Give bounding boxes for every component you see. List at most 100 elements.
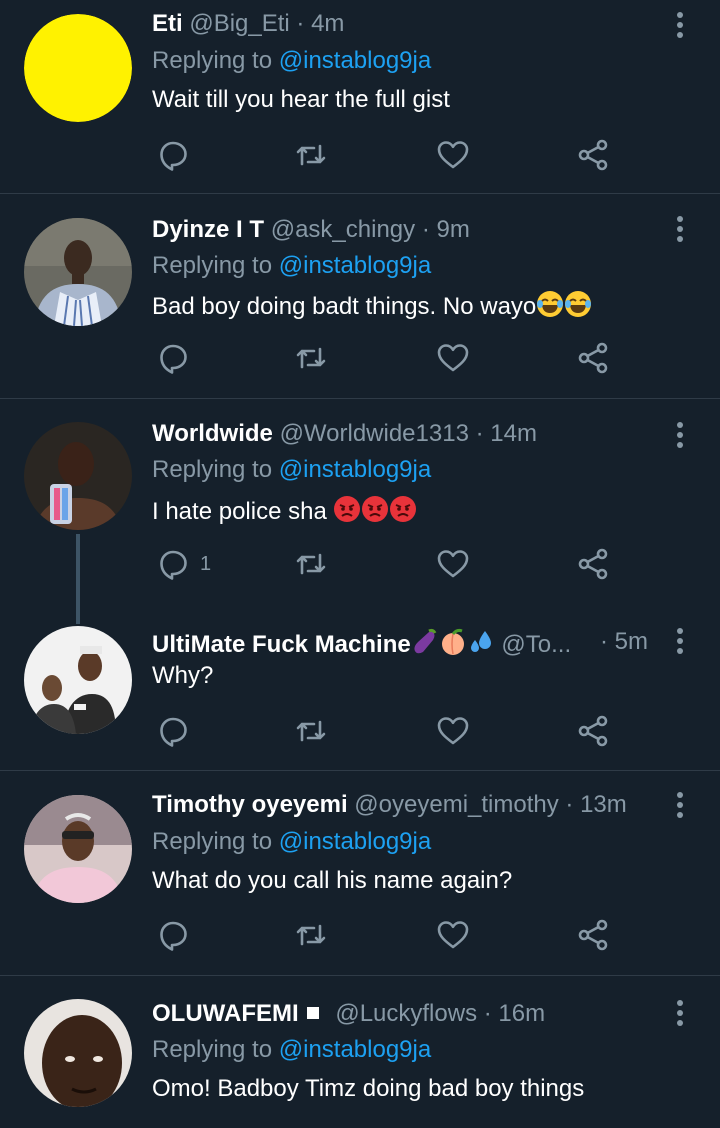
share-button[interactable] [576, 915, 610, 955]
retweet-button[interactable] [294, 338, 328, 378]
more-vertical-icon[interactable] [676, 1000, 684, 1026]
timestamp: · 4m [296, 10, 345, 37]
mention-link[interactable]: @instablog9ja [279, 456, 431, 483]
display-name[interactable]: Dyinze I T [152, 216, 264, 243]
retweet-icon [294, 341, 328, 375]
heart-icon [436, 918, 470, 952]
reply-button[interactable] [156, 338, 190, 378]
like-button[interactable] [436, 544, 470, 584]
display-name[interactable]: OLUWAFEMI [152, 1000, 299, 1027]
eggplant-emoji-icon [411, 628, 439, 656]
avatar[interactable] [24, 14, 132, 122]
avatar[interactable] [24, 795, 132, 903]
tweet-actions: 1 [152, 544, 622, 584]
user-handle[interactable]: @To... [501, 631, 571, 658]
timestamp: · 13m [565, 791, 627, 818]
mention-link[interactable]: @instablog9ja [279, 252, 431, 279]
avatar[interactable] [24, 218, 132, 326]
replying-to: Replying to @instablog9ja [152, 1036, 431, 1064]
replying-to-label: Replying to [152, 1036, 279, 1063]
replying-to-label: Replying to [152, 47, 279, 74]
tweet-text-content: I hate police sha [152, 498, 334, 525]
user-handle[interactable]: @Luckyflows [335, 1000, 477, 1027]
tweet-actions [152, 711, 622, 751]
user-handle[interactable]: @ask_chingy [271, 216, 415, 243]
share-icon [576, 138, 610, 172]
tweet-text: Why? [152, 662, 214, 689]
replying-to-label: Replying to [152, 252, 279, 279]
tweet-header: Eti @Big_Eti · 4m [152, 10, 640, 38]
share-icon [576, 918, 610, 952]
heart-icon [436, 341, 470, 375]
share-button[interactable] [576, 338, 610, 378]
heart-icon [436, 714, 470, 748]
replying-to: Replying to @instablog9ja [152, 252, 431, 280]
retweet-button[interactable] [294, 711, 328, 751]
user-handle[interactable]: @Big_Eti [189, 10, 289, 37]
heart-icon [436, 138, 470, 172]
share-button[interactable] [576, 544, 610, 584]
tweet-text: I hate police sha [152, 495, 417, 526]
replying-to-label: Replying to [152, 456, 279, 483]
share-icon [576, 714, 610, 748]
reply-button[interactable] [156, 915, 190, 955]
tweet-text: Wait till you hear the full gist [152, 86, 450, 113]
replying-to: Replying to @instablog9ja [152, 828, 431, 856]
avatar[interactable] [24, 422, 132, 530]
retweet-icon [294, 918, 328, 952]
divider [0, 193, 720, 194]
sweat-droplets-emoji-icon [467, 628, 495, 656]
like-button[interactable] [436, 915, 470, 955]
share-icon [576, 341, 610, 375]
retweet-button[interactable] [294, 135, 328, 175]
avatar[interactable] [24, 626, 132, 734]
reply-icon [156, 341, 190, 375]
retweet-button[interactable] [294, 915, 328, 955]
display-name[interactable]: Eti [152, 10, 183, 37]
angry-face-emoji-icon [361, 495, 389, 523]
share-icon [576, 547, 610, 581]
reply-button[interactable] [156, 135, 190, 175]
more-vertical-icon[interactable] [676, 792, 684, 818]
mention-link[interactable]: @instablog9ja [279, 1036, 431, 1063]
divider [0, 398, 720, 399]
share-button[interactable] [576, 135, 610, 175]
avatar[interactable] [24, 999, 132, 1107]
display-name[interactable]: Worldwide [152, 420, 273, 447]
replying-to: Replying to @instablog9ja [152, 456, 431, 484]
like-button[interactable] [436, 135, 470, 175]
share-button[interactable] [576, 711, 610, 751]
reply-button[interactable]: 1 [156, 544, 211, 584]
like-button[interactable] [436, 338, 470, 378]
reply-count: 1 [200, 552, 212, 575]
like-button[interactable] [436, 711, 470, 751]
reply-icon [156, 138, 190, 172]
mention-link[interactable]: @instablog9ja [279, 828, 431, 855]
retweet-icon [294, 547, 328, 581]
tweet-text: Bad boy doing badt things. No wayo [152, 290, 592, 321]
display-name[interactable]: UltiMate Fuck Machine [152, 631, 411, 658]
more-vertical-icon[interactable] [676, 422, 684, 448]
reply-icon [156, 918, 190, 952]
reply-icon [156, 547, 190, 581]
user-handle[interactable]: @Worldwide1313 [280, 420, 469, 447]
user-handle[interactable]: @oyeyemi_timothy [354, 791, 558, 818]
angry-face-emoji-icon [333, 495, 361, 523]
reply-icon [156, 714, 190, 748]
display-name[interactable]: Timothy oyeyemi [152, 791, 348, 818]
more-vertical-icon[interactable] [676, 12, 684, 38]
mention-link[interactable]: @instablog9ja [279, 47, 431, 74]
reply-button[interactable] [156, 711, 190, 751]
retweet-button[interactable] [294, 544, 328, 584]
replying-to-label: Replying to [152, 828, 279, 855]
tweet-text: Omo! Badboy Timz doing bad boy things [152, 1075, 585, 1102]
tweet-actions [152, 915, 622, 955]
more-vertical-icon[interactable] [676, 216, 684, 242]
more-vertical-icon[interactable] [676, 628, 684, 654]
divider [0, 975, 720, 976]
tweet-header: UltiMate Fuck Machine @To... [152, 628, 640, 659]
tweet-header: Worldwide @Worldwide1313 · 14m [152, 420, 640, 448]
laughing-tears-emoji-icon [536, 290, 564, 318]
retweet-icon [294, 714, 328, 748]
thread-line [76, 534, 80, 624]
